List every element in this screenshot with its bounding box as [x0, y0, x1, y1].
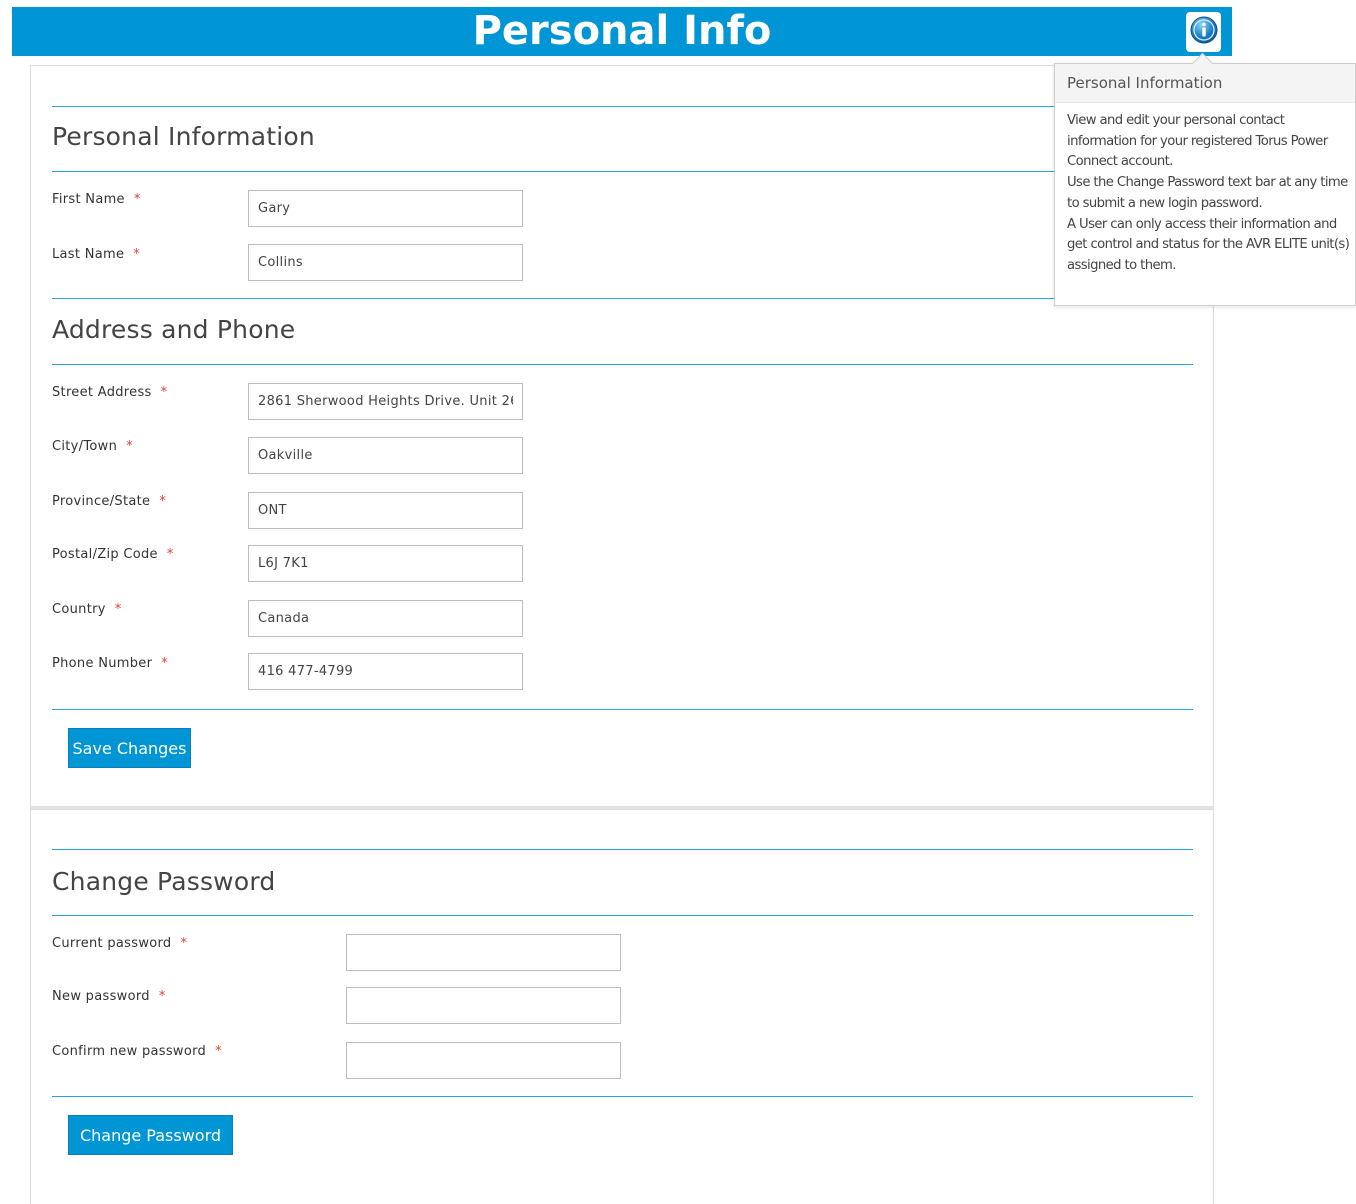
- info-tooltip: Personal Information View and edit your …: [1054, 52, 1356, 306]
- personal-info-card: Personal Information First Name* Last Na…: [30, 65, 1214, 809]
- street-address-label: Street Address *: [52, 385, 168, 400]
- street-address-field[interactable]: [248, 383, 523, 420]
- first-name-field[interactable]: [248, 190, 523, 227]
- tooltip-paragraph: Use the Change Password text bar at any …: [1067, 175, 1348, 211]
- country-label: Country *: [52, 602, 122, 617]
- tooltip-body: View and edit your personal contact info…: [1067, 111, 1351, 277]
- info-circle-icon: [1189, 15, 1219, 49]
- city-town-label: City/Town *: [52, 439, 133, 454]
- last-name-field[interactable]: [248, 244, 523, 281]
- required-marker: *: [133, 192, 141, 207]
- change-password-card: Change Password Current password * New pa…: [30, 809, 1214, 1204]
- postal-code-label: Postal/Zip Code *: [52, 547, 174, 562]
- divider: [52, 1096, 1193, 1097]
- confirm-password-label: Confirm new password *: [52, 1044, 222, 1059]
- divider: [52, 171, 1193, 172]
- page-title: Personal Info: [472, 8, 772, 54]
- divider: [52, 364, 1193, 365]
- current-password-label: Current password *: [52, 936, 188, 951]
- divider: [52, 915, 1193, 916]
- postal-code-field[interactable]: [248, 545, 523, 582]
- divider: [52, 849, 1193, 850]
- divider: [52, 106, 1193, 107]
- confirm-password-field[interactable]: [346, 1042, 621, 1079]
- tooltip-title: Personal Information: [1067, 74, 1223, 92]
- required-marker: *: [160, 385, 168, 400]
- last-name-label: Last Name *: [52, 247, 141, 262]
- country-field[interactable]: [248, 600, 523, 637]
- province-state-field[interactable]: [248, 492, 523, 529]
- first-name-label: First Name *: [52, 192, 141, 207]
- city-town-field[interactable]: [248, 437, 523, 474]
- phone-number-label: Phone Number *: [52, 656, 169, 671]
- required-marker: *: [159, 494, 167, 509]
- required-marker: *: [158, 989, 166, 1004]
- section-title-address-and-phone: Address and Phone: [52, 315, 296, 344]
- phone-number-field[interactable]: [248, 653, 523, 690]
- required-marker: *: [126, 439, 133, 454]
- required-marker: *: [114, 602, 122, 617]
- new-password-field[interactable]: [346, 987, 621, 1024]
- required-marker: *: [180, 936, 188, 951]
- required-marker: *: [215, 1044, 222, 1059]
- province-state-label: Province/State *: [52, 494, 167, 509]
- required-marker: *: [166, 547, 174, 562]
- tooltip-paragraph: A User can only access their information…: [1067, 216, 1350, 273]
- page-header: Personal Info: [12, 7, 1232, 56]
- change-password-button[interactable]: Change Password: [68, 1115, 233, 1155]
- tooltip-paragraph: View and edit your personal contact info…: [1067, 113, 1328, 170]
- save-changes-button[interactable]: Save Changes: [68, 728, 191, 768]
- divider: [52, 298, 1193, 299]
- section-title-change-password: Change Password: [52, 867, 276, 896]
- required-marker: *: [161, 656, 169, 671]
- current-password-field[interactable]: [346, 934, 621, 971]
- info-button[interactable]: [1186, 12, 1221, 52]
- required-marker: *: [133, 247, 141, 262]
- section-title-personal-information: Personal Information: [52, 122, 315, 151]
- new-password-label: New password *: [52, 989, 166, 1004]
- tooltip-header: Personal Information: [1055, 64, 1355, 103]
- divider: [52, 709, 1193, 710]
